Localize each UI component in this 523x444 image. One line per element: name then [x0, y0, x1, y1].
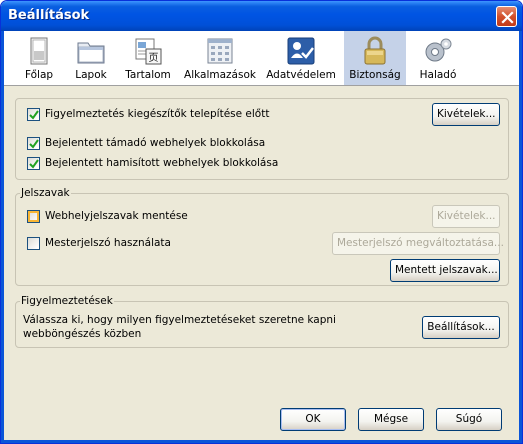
checkmark-icon [29, 159, 39, 169]
passwords-legend: Jelszavak [20, 187, 71, 199]
change-master-password-button[interactable]: Mesterjelszó megváltoztatása... [332, 232, 504, 255]
block-forgery-checkbox[interactable] [27, 157, 40, 170]
warnings-legend: Figyelmeztetések [20, 295, 114, 307]
security-lock-icon [364, 36, 386, 65]
tab-label: Főlap [24, 69, 54, 81]
saved-passwords-button[interactable]: Mentett jelszavak... [390, 259, 500, 282]
tab-advanced[interactable]: Haladó [412, 31, 464, 85]
content-icon: 页 [135, 38, 162, 65]
applications-icon [207, 38, 233, 64]
preferences-window: Beállítások Főlap Lapok 页 Tartalom Alkal… [0, 0, 523, 444]
tab-label: Alkalmazások [184, 69, 256, 81]
advanced-gear-icon [425, 38, 452, 62]
remember-passwords-checkbox[interactable] [27, 210, 40, 223]
cancel-button[interactable]: Mégse [358, 408, 424, 431]
tab-label: Tartalom [125, 69, 171, 81]
warn-addons-label[interactable]: Figyelmeztetés kiegészítők telepítése el… [45, 108, 269, 120]
tab-security[interactable]: Biztonság [344, 31, 406, 85]
tab-label: Lapok [75, 69, 107, 81]
tab-tabs[interactable]: Lapok [68, 31, 114, 85]
tab-applications[interactable]: Alkalmazások [182, 31, 258, 85]
tabs-icon [77, 42, 105, 64]
master-password-label[interactable]: Mesterjelszó használata [45, 237, 171, 249]
close-button[interactable] [496, 6, 517, 27]
window-frame-right [519, 31, 522, 443]
close-icon [501, 11, 514, 24]
tab-label: Biztonság [349, 69, 401, 81]
title-bar[interactable]: Beállítások [1, 1, 522, 31]
tab-main[interactable]: Főlap [16, 31, 62, 85]
category-toolbar: Főlap Lapok 页 Tartalom Alkalmazások Adat… [4, 31, 519, 86]
block-forgery-label[interactable]: Bejelentett hamisított webhelyek blokkol… [45, 157, 278, 169]
window-frame-bottom [1, 440, 522, 443]
block-attack-checkbox[interactable] [27, 137, 40, 150]
main-icon [30, 37, 48, 65]
warnings-settings-button[interactable]: Beállítások... [422, 316, 500, 339]
tab-label: Adatvédelem [266, 69, 336, 81]
tab-content[interactable]: 页 Tartalom [120, 31, 176, 85]
password-exceptions-button[interactable]: Kivételek... [432, 205, 500, 228]
checkmark-icon [29, 139, 39, 149]
warn-addons-checkbox[interactable] [27, 108, 40, 121]
ok-button[interactable]: OK [280, 408, 346, 431]
privacy-icon [287, 37, 315, 65]
checkmark-icon [29, 110, 39, 120]
tab-label: Haladó [419, 69, 457, 81]
block-attack-label[interactable]: Bejelentett támadó webhelyek blokkolása [45, 137, 265, 149]
warnings-description: Válassza ki, hogy milyen figyelmeztetése… [23, 314, 336, 340]
addons-exceptions-button[interactable]: Kivételek... [432, 103, 500, 126]
master-password-checkbox[interactable] [27, 237, 40, 250]
svg-text:页: 页 [149, 52, 159, 64]
remember-passwords-label[interactable]: Webhelyjelszavak mentése [45, 210, 188, 222]
window-title: Beállítások [8, 8, 90, 23]
window-frame-left [1, 31, 4, 443]
tab-privacy[interactable]: Adatvédelem [264, 31, 338, 85]
help-button[interactable]: Súgó [436, 408, 502, 431]
